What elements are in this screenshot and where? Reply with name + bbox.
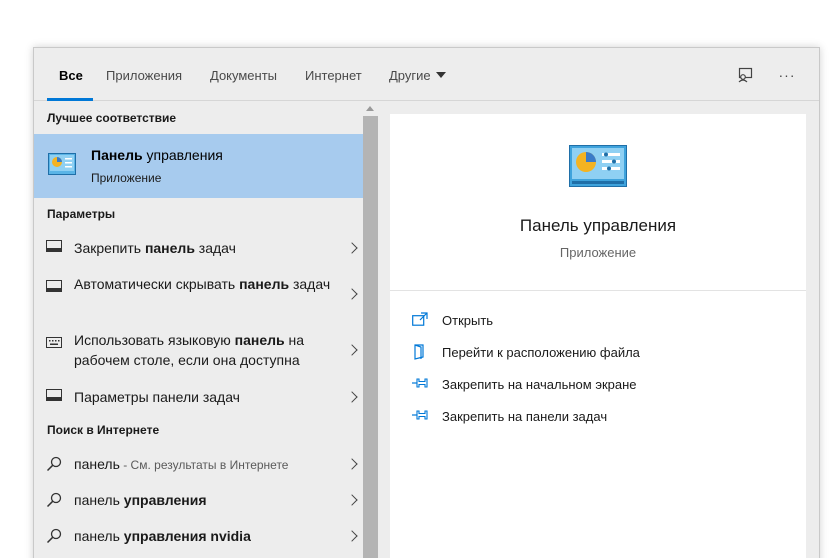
label-part: панель xyxy=(74,492,124,508)
best-match-subtitle: Приложение xyxy=(91,171,162,185)
search-icon xyxy=(46,456,62,477)
settings-item-label: Автоматически скрывать панель задач xyxy=(74,274,334,294)
search-icon xyxy=(46,528,62,549)
label-part: Параметры панели задач xyxy=(74,389,240,405)
label-part: панель xyxy=(74,456,120,472)
pin-icon xyxy=(412,376,428,395)
settings-item-autohide-taskbar[interactable]: Автоматически скрывать панель задач xyxy=(34,270,363,316)
best-match-title: Панель управления xyxy=(91,147,223,163)
search-window: Все Приложения Документы Интернет Другие… xyxy=(33,47,820,558)
results-scrollbar[interactable] xyxy=(363,102,378,558)
divider xyxy=(390,290,806,291)
label-bold: панель xyxy=(239,276,290,292)
settings-item-label: Закрепить панель задач xyxy=(74,238,334,258)
tab-more-label: Другие xyxy=(389,68,431,83)
label-bold: управления nvidia xyxy=(123,528,251,544)
chevron-right-icon xyxy=(346,530,358,542)
preview-subtitle: Приложение xyxy=(559,245,637,260)
settings-item-pin-taskbar[interactable]: Закрепить панель задач xyxy=(34,232,363,264)
preview-title: Панель управления xyxy=(519,216,677,235)
feedback-icon[interactable] xyxy=(734,64,756,86)
best-match-title-bold: Панель xyxy=(91,147,143,163)
action-open-file-location[interactable]: Перейти к расположению файла xyxy=(412,342,772,364)
label-part: панель xyxy=(74,528,124,544)
web-result-label: панель - См. результаты в Интернете xyxy=(74,454,334,475)
action-pin-start[interactable]: Закрепить на начальном экране xyxy=(412,374,772,396)
label-bold: панель xyxy=(144,240,195,256)
settings-item-label: Параметры панели задач xyxy=(74,387,334,407)
control-panel-icon xyxy=(48,153,76,180)
action-file-location-label: Перейти к расположению файла xyxy=(442,345,640,360)
results-list: Лучшее соответствие Панель управления Пр… xyxy=(34,102,363,558)
settings-item-taskbar-settings[interactable]: Параметры панели задач xyxy=(34,381,363,413)
chevron-right-icon xyxy=(346,494,358,506)
tab-all[interactable]: Все xyxy=(59,68,83,83)
web-result-item[interactable]: панель - См. результаты в Интернете xyxy=(34,448,363,480)
web-result-item[interactable]: панель управления xyxy=(34,484,363,516)
scrollbar-thumb[interactable] xyxy=(363,116,378,558)
web-search-heading: Поиск в Интернете xyxy=(47,423,160,437)
label-bold: управления xyxy=(123,492,207,508)
action-pin-taskbar-label: Закрепить на панели задач xyxy=(442,409,608,424)
label-bold: панель xyxy=(234,332,285,348)
web-result-label: панель управления xyxy=(74,490,334,511)
label-part: Закрепить xyxy=(74,240,145,256)
active-tab-indicator xyxy=(47,98,93,101)
pin-icon xyxy=(412,408,428,427)
best-match-heading: Лучшее соответствие xyxy=(47,111,177,125)
scroll-up-icon[interactable] xyxy=(366,106,374,111)
action-pin-taskbar[interactable]: Закрепить на панели задач xyxy=(412,406,772,428)
filter-tab-bar: Все Приложения Документы Интернет Другие… xyxy=(34,48,819,101)
chevron-right-icon xyxy=(346,458,358,470)
taskbar-icon xyxy=(46,279,62,297)
control-panel-icon xyxy=(569,145,627,192)
tab-web[interactable]: Интернет xyxy=(305,68,362,83)
more-options-button[interactable]: ··· xyxy=(776,64,798,86)
tab-more[interactable]: Другие xyxy=(389,68,446,83)
label-part: задач xyxy=(289,276,331,292)
keyboard-icon xyxy=(46,335,62,353)
settings-item-label: Использовать языковую панель на рабочем … xyxy=(74,330,334,370)
file-location-icon xyxy=(412,344,428,365)
settings-item-language-bar[interactable]: Использовать языковую панель на рабочем … xyxy=(34,326,363,372)
action-open-label: Открыть xyxy=(442,313,494,328)
tab-documents[interactable]: Документы xyxy=(210,68,277,83)
web-result-hint: - См. результаты в Интернете xyxy=(119,458,289,472)
chevron-right-icon xyxy=(346,344,358,356)
chevron-down-icon xyxy=(435,72,446,78)
label-part: Использовать языковую xyxy=(74,332,235,348)
label-part: задач xyxy=(194,240,236,256)
tab-apps[interactable]: Приложения xyxy=(106,68,182,83)
preview-pane: Панель управления Приложение Открыть Пер… xyxy=(390,114,806,558)
chevron-right-icon xyxy=(346,288,358,300)
taskbar-icon xyxy=(46,388,62,406)
best-match-title-rest: управления xyxy=(142,147,223,163)
label-part: Автоматически скрывать xyxy=(74,276,240,292)
action-pin-start-label: Закрепить на начальном экране xyxy=(442,377,637,392)
web-result-item[interactable]: панель управления nvidia xyxy=(34,520,363,552)
taskbar-icon xyxy=(46,239,62,257)
action-open[interactable]: Открыть xyxy=(412,310,772,332)
web-result-label: панель управления nvidia xyxy=(74,526,334,547)
settings-heading: Параметры xyxy=(47,207,116,221)
best-match-item[interactable]: Панель управления Приложение xyxy=(34,134,363,198)
chevron-right-icon xyxy=(346,242,358,254)
search-icon xyxy=(46,492,62,513)
chevron-right-icon xyxy=(346,391,358,403)
open-icon xyxy=(412,312,428,331)
